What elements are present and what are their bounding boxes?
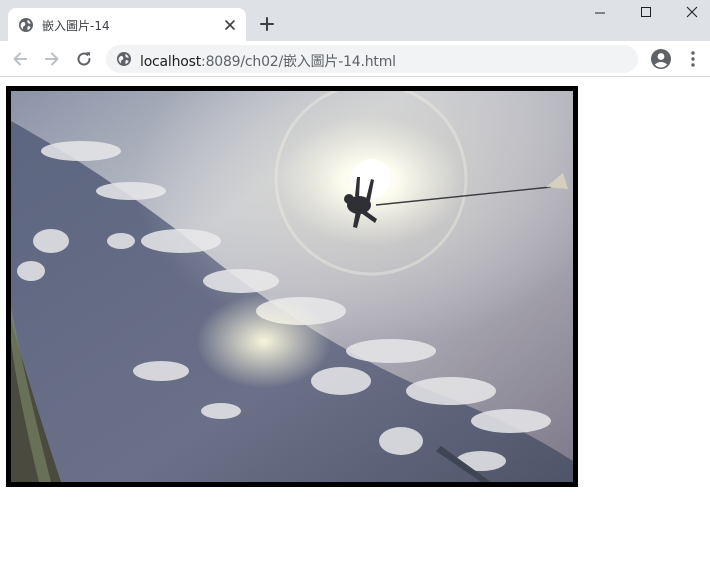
- browser-titlebar: 嵌入圖片-14: [0, 0, 710, 41]
- close-tab-icon[interactable]: [222, 17, 238, 33]
- reload-icon[interactable]: [74, 49, 94, 69]
- maximize-window-icon[interactable]: [636, 4, 656, 22]
- url-text[interactable]: localhost:8089/ch02/嵌入圖片-14.html: [140, 51, 396, 71]
- forward-arrow-icon[interactable]: [42, 49, 62, 69]
- browser-toolbar: localhost:8089/ch02/嵌入圖片-14.html: [0, 41, 710, 77]
- minimize-window-icon[interactable]: [590, 4, 610, 22]
- new-tab-plus-icon[interactable]: [258, 15, 276, 33]
- embedded-image: [6, 86, 578, 487]
- back-arrow-icon[interactable]: [10, 49, 30, 69]
- site-info-globe-icon[interactable]: [116, 51, 132, 67]
- browser-tab-active[interactable]: 嵌入圖片-14: [8, 8, 246, 41]
- url-path: :8089/ch02/嵌入圖片-14.html: [201, 54, 396, 70]
- skydiver-photo: [11, 91, 573, 482]
- tab-title: 嵌入圖片-14: [42, 19, 110, 33]
- more-menu-icon[interactable]: [684, 50, 702, 68]
- close-window-icon[interactable]: [682, 4, 702, 22]
- page-content: [0, 78, 710, 562]
- url-host: localhost: [140, 54, 202, 70]
- profile-avatar-icon[interactable]: [650, 48, 672, 70]
- globe-icon: [19, 18, 33, 32]
- address-bar[interactable]: localhost:8089/ch02/嵌入圖片-14.html: [106, 45, 638, 73]
